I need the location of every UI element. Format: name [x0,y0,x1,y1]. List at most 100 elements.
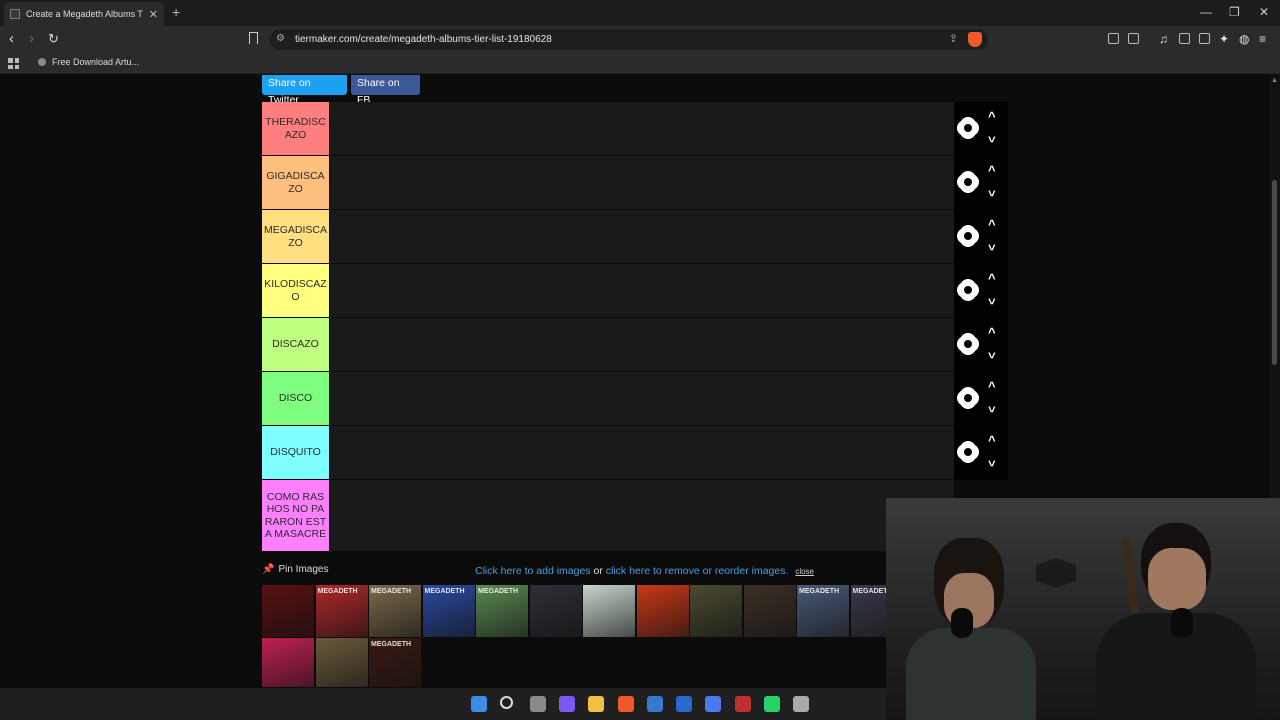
album-title: MEGADETH [371,588,412,595]
site-info-icon[interactable]: ⚙ [276,33,285,44]
scroll-up-icon[interactable]: ▲ [1271,77,1278,84]
window-close-button[interactable]: ✕ [1259,5,1269,19]
album-cover[interactable]: MEGADETH [315,585,368,637]
copilot-icon[interactable] [558,696,575,712]
album-cover[interactable] [636,585,689,637]
url-text: tiermaker.com/create/megadeth-albums-tie… [295,34,552,45]
app-icon[interactable] [734,696,751,712]
reload-icon[interactable]: ↻ [48,31,59,47]
tier-label[interactable]: KILODISCAZO [262,264,329,317]
settings-gear-icon[interactable] [959,335,977,353]
address-bar[interactable]: ⚙ tiermaker.com/create/megadeth-albums-t… [270,29,988,50]
settings-gear-icon[interactable] [959,119,977,137]
menu-icon[interactable]: ≡ [1259,31,1266,47]
album-cover[interactable] [690,585,742,637]
album-cover[interactable] [315,638,368,687]
tier-label[interactable]: DISCAZO [262,318,329,371]
tier-drop-zone[interactable] [330,264,954,317]
minimize-button[interactable]: — [1200,5,1212,19]
leo-ai-icon[interactable]: ✦ [1219,31,1229,47]
windows-icon[interactable] [471,696,487,712]
share-icon[interactable]: ⇪ [949,32,958,45]
webcam-overlay [886,498,1280,720]
move-up-icon[interactable]: ^ [988,218,996,231]
settings-icon[interactable] [793,696,810,712]
extensions-icon[interactable] [1108,33,1119,44]
settings-gear-icon[interactable] [959,281,977,299]
edge-icon[interactable] [705,696,722,712]
tier-drop-zone[interactable] [330,156,954,209]
share-fb-button[interactable]: Share on FB [351,75,420,106]
share-twitter-button[interactable]: Share on Twitter [262,75,347,106]
album-cover[interactable] [262,638,314,687]
tier-drop-zone[interactable] [330,426,954,479]
search-icon[interactable] [500,696,514,709]
folder-icon[interactable] [588,696,605,712]
album-cover[interactable] [743,585,796,637]
settings-gear-icon[interactable] [959,227,977,245]
settings-gear-icon[interactable] [959,173,977,191]
move-down-icon[interactable]: ^ [988,130,996,145]
store-icon[interactable] [646,696,663,712]
taskview-icon[interactable] [529,696,546,712]
new-tab-button[interactable]: + [172,4,180,20]
wallet-icon[interactable] [1128,33,1139,44]
move-down-icon[interactable]: ^ [988,184,996,199]
move-up-icon[interactable]: ^ [988,164,996,177]
hexagon-shelf [1036,558,1076,588]
album-cover[interactable]: MEGADETH [476,585,528,637]
back-icon[interactable]: ‹ [9,31,14,47]
wallet2-icon[interactable] [1199,33,1210,44]
maximize-button[interactable]: ❐ [1229,5,1240,19]
album-cover[interactable]: MEGADETH [369,585,421,637]
bookmark-icon[interactable] [249,32,258,44]
album-cover[interactable] [262,585,314,637]
outlook-icon[interactable] [676,696,693,712]
close-link[interactable]: close [795,567,814,576]
bookmark-item[interactable]: Free Download Artu... [38,57,139,67]
tier-label[interactable]: THERADISCAZO [262,102,329,155]
tier-drop-zone[interactable] [330,318,954,371]
add-images-link[interactable]: Click here to add images [475,565,591,577]
reorder-images-link[interactable]: click here to remove or reorder images. [606,565,789,577]
tier-label[interactable]: MEGADISCAZO [262,210,329,263]
move-down-icon[interactable]: ^ [988,346,996,361]
move-down-icon[interactable]: ^ [988,400,996,415]
forward-icon[interactable]: › [29,31,34,47]
move-down-icon[interactable]: ^ [988,292,996,307]
tier-label[interactable]: DISCO [262,372,329,425]
settings-gear-icon[interactable] [959,389,977,407]
whatsapp-icon[interactable] [764,696,780,712]
move-down-icon[interactable]: ^ [988,238,996,253]
album-cover[interactable] [583,585,635,637]
move-up-icon[interactable]: ^ [988,272,996,285]
move-up-icon[interactable]: ^ [988,110,996,123]
brave-shield-icon[interactable] [968,32,982,47]
tier-drop-zone[interactable] [330,480,954,551]
tier-drop-zone[interactable] [330,210,954,263]
move-up-icon[interactable]: ^ [988,434,996,447]
move-up-icon[interactable]: ^ [988,380,996,393]
browser-tab[interactable]: Create a Megadeth Albums Tier ✕ [4,2,164,26]
music-icon[interactable]: ♫ [1159,31,1168,47]
tab-close-icon[interactable]: ✕ [149,8,158,21]
scrollbar-thumb[interactable] [1272,180,1277,365]
move-up-icon[interactable]: ^ [988,326,996,339]
tier-drop-zone[interactable] [330,102,954,155]
album-cover[interactable]: MEGADETH [369,638,421,687]
pin-images-toggle[interactable]: 📌 Pin Images [262,564,328,575]
sidebar-icon[interactable] [1179,33,1190,44]
tier-label[interactable]: GIGADISCAZO [262,156,329,209]
settings-gear-icon[interactable] [959,443,977,461]
album-cover[interactable]: MEGADETH [422,585,475,637]
tab-title: Create a Megadeth Albums Tier [26,9,143,19]
tier-label[interactable]: DISQUITO [262,426,329,479]
move-down-icon[interactable]: ^ [988,454,996,469]
apps-grid-icon[interactable] [8,58,19,69]
tier-drop-zone[interactable] [330,372,954,425]
album-cover[interactable] [529,585,582,637]
brave-icon[interactable] [617,696,634,712]
album-cover[interactable]: MEGADETH [797,585,849,637]
tier-label[interactable]: COMO RASHOS NO PARARON ESTA MASACRE [262,480,329,551]
vpn-icon[interactable]: ◍ [1239,31,1249,47]
